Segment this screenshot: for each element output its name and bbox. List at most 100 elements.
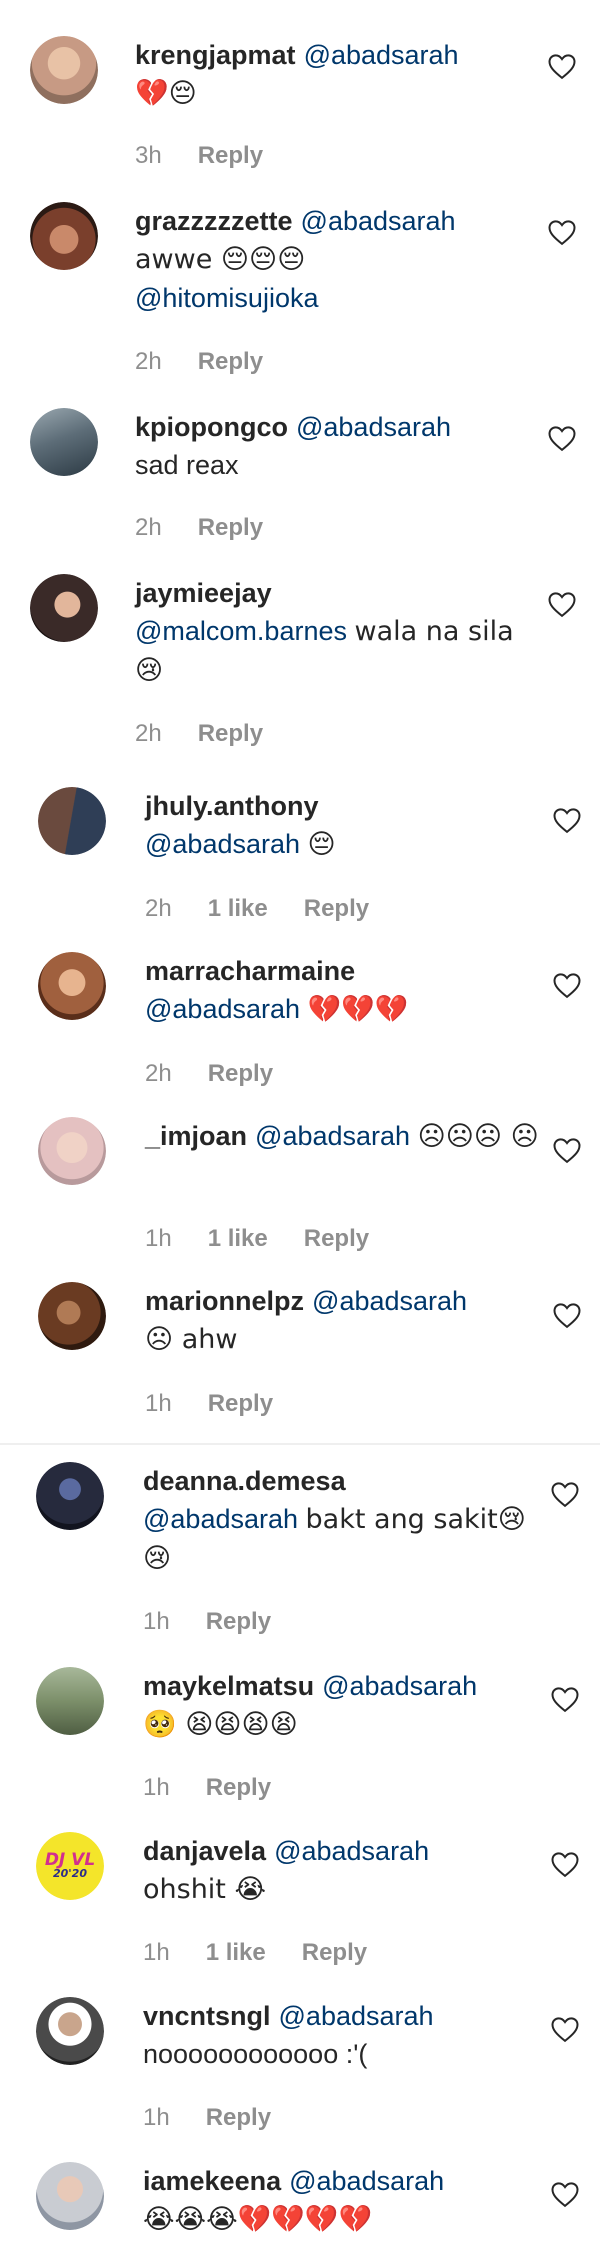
comment-time: 2h	[135, 720, 162, 747]
comment-text: 💔😔	[135, 78, 197, 109]
avatar-image	[36, 1997, 104, 2065]
comment-mention-2[interactable]: @hitomisujioka	[135, 283, 318, 313]
comment-mention[interactable]: @abadsarah	[296, 412, 451, 442]
comment-time: 1h	[143, 1939, 170, 1966]
comment-meta: 1h Reply	[143, 2104, 307, 2132]
reply-button[interactable]: Reply	[198, 720, 263, 747]
heart-icon[interactable]	[550, 1685, 580, 1713]
avatar-logo: DJ VL 20'20	[36, 1832, 104, 1900]
comment-text: awwe 😔😔😔	[135, 244, 306, 275]
comment-text: 😔	[307, 829, 336, 860]
heart-icon[interactable]	[550, 1480, 580, 1508]
comment-username[interactable]: _imjoan	[145, 1121, 247, 1151]
comment-body: danjavela @abadsarah ohshit 😭	[143, 1832, 543, 1909]
comment-username[interactable]: maykelmatsu	[143, 1671, 314, 1701]
heart-icon[interactable]	[547, 424, 577, 452]
reply-button[interactable]: Reply	[208, 1060, 273, 1087]
comment-text: 😭😭😭💔💔💔💔	[143, 2204, 373, 2235]
avatar[interactable]	[38, 1117, 106, 1185]
avatar-image	[36, 2162, 104, 2230]
comment-time: 1h	[143, 2104, 170, 2131]
avatar[interactable]	[30, 202, 98, 270]
avatar-image	[30, 36, 98, 104]
comment-username[interactable]: danjavela	[143, 1836, 266, 1866]
avatar-image	[38, 1282, 106, 1350]
avatar[interactable]	[36, 2162, 104, 2230]
comment-mention[interactable]: @abadsarah	[289, 2166, 444, 2196]
avatar[interactable]	[38, 1282, 106, 1350]
heart-icon[interactable]	[550, 1850, 580, 1878]
reply-button[interactable]: Reply	[208, 1390, 273, 1417]
reply-button[interactable]: Reply	[198, 514, 263, 541]
comment-body: maykelmatsu @abadsarah 🥺 😫😫😫😫	[143, 1667, 543, 1744]
comment-meta: 2h Reply	[135, 514, 299, 542]
comment-mention[interactable]: @abadsarah	[322, 1671, 477, 1701]
comment-meta: 2h 1 like Reply	[145, 895, 405, 923]
reply-button[interactable]: Reply	[198, 142, 263, 169]
reply-button[interactable]: Reply	[206, 2104, 271, 2131]
comment-mention[interactable]: @abadsarah	[143, 1504, 298, 1534]
comment-mention[interactable]: @abadsarah	[304, 40, 459, 70]
comment-username[interactable]: iamekeena	[143, 2166, 281, 2196]
comment-mention[interactable]: @abadsarah	[255, 1121, 410, 1151]
reply-button[interactable]: Reply	[206, 1608, 271, 1635]
comment-mention[interactable]: @abadsarah	[145, 994, 300, 1024]
heart-icon[interactable]	[550, 2180, 580, 2208]
likes-count[interactable]: 1 like	[208, 1225, 268, 1252]
avatar[interactable]	[36, 1667, 104, 1735]
comment-meta: 3h Reply	[135, 142, 299, 170]
comment-mention[interactable]: @abadsarah	[279, 2001, 434, 2031]
comment-mention[interactable]: @abadsarah	[312, 1286, 467, 1316]
reply-button[interactable]: Reply	[304, 895, 369, 922]
comment-meta: 2h Reply	[145, 1060, 309, 1088]
comment-username[interactable]: jaymieejay	[135, 578, 272, 608]
comment-username[interactable]: krengjapmat	[135, 40, 296, 70]
comment-meta: 1h 1 like Reply	[143, 1939, 403, 1967]
likes-count[interactable]: 1 like	[206, 1939, 266, 1966]
comment-body: iamekeena @abadsarah 😭😭😭💔💔💔💔	[143, 2162, 543, 2239]
comment-time: 1h	[143, 1774, 170, 1801]
heart-icon[interactable]	[552, 971, 582, 999]
likes-count[interactable]: 1 like	[208, 895, 268, 922]
avatar-image	[38, 952, 106, 1020]
avatar[interactable]	[30, 408, 98, 476]
comment-mention[interactable]: @abadsarah	[274, 1836, 429, 1866]
heart-icon[interactable]	[547, 218, 577, 246]
comment-username[interactable]: kpiopongco	[135, 412, 288, 442]
comment-body: _imjoan @abadsarah ☹☹☹ ☹	[145, 1117, 545, 1156]
comment-text: 🥺 😫😫😫😫	[143, 1709, 298, 1740]
comment-mention[interactable]: @abadsarah	[301, 206, 456, 236]
avatar[interactable]	[38, 952, 106, 1020]
comment-text: ☹☹☹ ☹	[417, 1121, 539, 1152]
heart-icon[interactable]	[547, 590, 577, 618]
avatar[interactable]	[38, 787, 106, 855]
comment-username[interactable]: jhuly.anthony	[145, 791, 319, 821]
comment-meta: 2h Reply	[135, 720, 299, 748]
avatar[interactable]	[36, 1997, 104, 2065]
heart-icon[interactable]	[547, 52, 577, 80]
comment-username[interactable]: deanna.demesa	[143, 1466, 346, 1496]
comment-time: 2h	[135, 514, 162, 541]
avatar[interactable]: DJ VL 20'20	[36, 1832, 104, 1900]
comment-username[interactable]: marracharmaine	[145, 956, 355, 986]
avatar[interactable]	[30, 574, 98, 642]
reply-button[interactable]: Reply	[198, 348, 263, 375]
comment-time: 3h	[135, 142, 162, 169]
comment-username[interactable]: marionnelpz	[145, 1286, 304, 1316]
comment-text: 💔💔💔	[307, 994, 409, 1025]
heart-icon[interactable]	[552, 1301, 582, 1329]
comment-body: marracharmaine @abadsarah 💔💔💔	[145, 952, 545, 1029]
heart-icon[interactable]	[550, 2015, 580, 2043]
comment-mention[interactable]: @abadsarah	[145, 829, 300, 859]
comment-username[interactable]: grazzzzzette	[135, 206, 293, 236]
reply-button[interactable]: Reply	[304, 1225, 369, 1252]
reply-button[interactable]: Reply	[206, 1774, 271, 1801]
avatar[interactable]	[36, 1462, 104, 1530]
heart-icon[interactable]	[552, 1136, 582, 1164]
comment-username[interactable]: vncntsngl	[143, 2001, 271, 2031]
avatar[interactable]	[30, 36, 98, 104]
comment-body: jhuly.anthony @abadsarah 😔	[145, 787, 545, 864]
reply-button[interactable]: Reply	[302, 1939, 367, 1966]
comment-mention[interactable]: @malcom.barnes	[135, 616, 347, 646]
heart-icon[interactable]	[552, 806, 582, 834]
